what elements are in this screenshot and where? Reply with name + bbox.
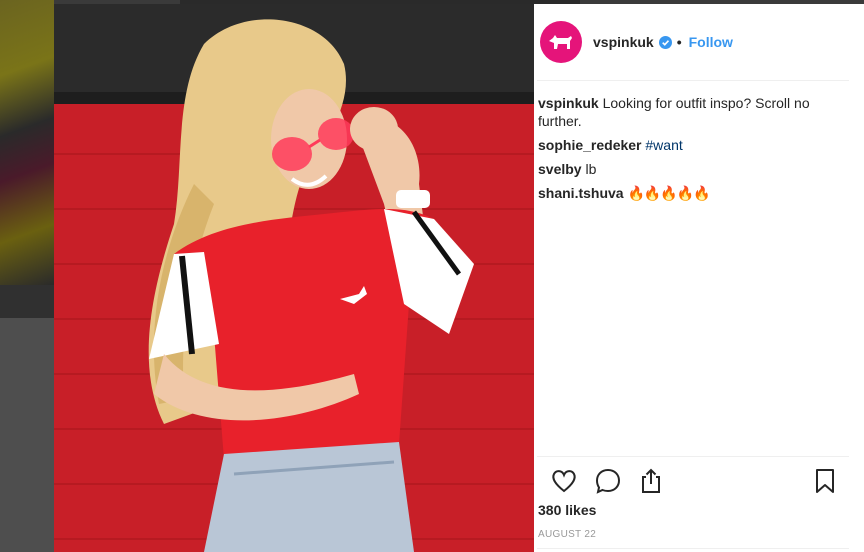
bookmark-icon[interactable] (811, 467, 839, 495)
feed-thumbnail[interactable] (0, 0, 54, 285)
comment-item: shani.tshuva 🔥🔥🔥🔥🔥 (538, 184, 838, 202)
comment-bubble-icon[interactable] (594, 467, 622, 495)
hashtag-link[interactable]: #want (645, 137, 682, 153)
action-bar (537, 456, 849, 506)
feed-thumbnail[interactable] (0, 318, 54, 552)
caption: vspinkuk Looking for outfit inspo? Scrol… (538, 94, 838, 130)
avatar[interactable] (540, 21, 582, 63)
comment-item: svelby lb (538, 160, 838, 178)
post-photo[interactable] (54, 4, 534, 552)
feed-gap (0, 285, 54, 318)
comment-username[interactable]: shani.tshuva (538, 185, 624, 201)
comment-username[interactable]: sophie_redeker (538, 137, 642, 153)
comment-item: sophie_redeker #want (538, 136, 838, 154)
likes-count[interactable]: 380 likes (538, 502, 596, 518)
comment-username[interactable]: svelby (538, 161, 582, 177)
comment-text: lb (585, 161, 597, 177)
post-side-panel: vspinkuk • Follow vspinkuk Looking for o… (534, 4, 864, 552)
share-icon[interactable] (637, 467, 665, 495)
post-header: vspinkuk • Follow (537, 4, 849, 81)
pink-dog-logo-icon (549, 35, 572, 49)
comment-username[interactable]: vspinkuk (538, 95, 599, 111)
verified-badge-icon (658, 35, 672, 49)
comment-text: 🔥🔥🔥🔥🔥 (627, 185, 710, 201)
comments-list: vspinkuk Looking for outfit inspo? Scrol… (538, 94, 838, 208)
heart-icon[interactable] (550, 467, 578, 495)
post-modal: vspinkuk • Follow vspinkuk Looking for o… (54, 4, 864, 552)
follow-button[interactable]: Follow (689, 34, 733, 50)
header-separator: • (676, 34, 682, 50)
divider (537, 548, 849, 549)
post-username[interactable]: vspinkuk (593, 34, 654, 50)
post-date: AUGUST 22 (538, 529, 597, 540)
